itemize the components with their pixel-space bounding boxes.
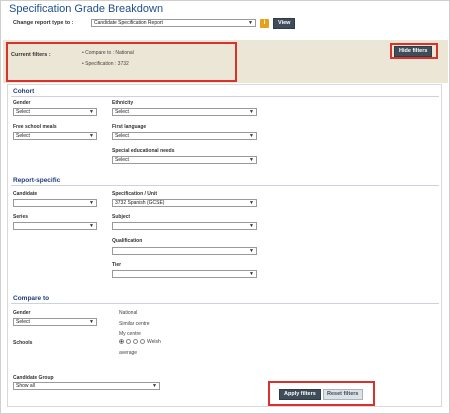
highlight-current-filters bbox=[6, 42, 237, 82]
candidate-select[interactable]: ▼ bbox=[13, 199, 97, 207]
chevron-down-icon: ▼ bbox=[89, 319, 94, 325]
chevron-down-icon: ▼ bbox=[249, 200, 254, 206]
compare-to-heading: Compare to bbox=[13, 295, 50, 302]
chevron-down-icon: ▼ bbox=[249, 248, 254, 254]
qualification-label: Qualification bbox=[112, 238, 143, 244]
schools-radio-3[interactable] bbox=[133, 339, 138, 345]
gender-label: Gender bbox=[13, 100, 31, 106]
gender-value: Select bbox=[16, 109, 30, 115]
report-type-label: Change report type to : bbox=[13, 20, 74, 26]
candidate-label: Candidate bbox=[13, 191, 38, 197]
divider bbox=[11, 96, 439, 97]
ethnicity-value: Select bbox=[115, 109, 129, 115]
highlight-hide-filters bbox=[390, 43, 438, 59]
first-language-value: Select bbox=[115, 133, 129, 139]
subject-select[interactable]: ▼ bbox=[112, 222, 257, 230]
chevron-down-icon: ▼ bbox=[249, 109, 254, 115]
specification-select[interactable]: 3732 Spanish (GCSE) ▼ bbox=[112, 199, 257, 207]
view-button[interactable]: View bbox=[273, 17, 296, 29]
free-school-meals-label: Free school meals bbox=[13, 124, 57, 130]
tier-label: Tier bbox=[112, 262, 122, 268]
report-type-select[interactable]: Candidate Specification Report ▼ bbox=[91, 19, 256, 27]
report-type-value: Candidate Specification Report bbox=[94, 20, 163, 26]
divider bbox=[11, 185, 439, 186]
divider bbox=[11, 303, 439, 304]
compare-option-national[interactable]: National bbox=[119, 310, 137, 316]
highlight-actions bbox=[268, 381, 375, 406]
subject-label: Subject bbox=[112, 214, 131, 220]
sen-select[interactable]: Select ▼ bbox=[112, 156, 257, 164]
schools-label: Schools bbox=[13, 340, 33, 346]
report-specific-heading: Report-specific bbox=[13, 177, 61, 184]
chevron-down-icon: ▼ bbox=[89, 223, 94, 229]
first-language-select[interactable]: Select ▼ bbox=[112, 132, 257, 140]
free-school-meals-value: Select bbox=[16, 133, 30, 139]
chevron-down-icon: ▼ bbox=[249, 271, 254, 277]
series-label: Series bbox=[13, 214, 29, 220]
welsh-label: Welsh bbox=[147, 339, 161, 345]
info-icon[interactable]: i bbox=[260, 18, 269, 28]
chevron-down-icon: ▼ bbox=[249, 133, 254, 139]
compare-gender-value: Select bbox=[16, 319, 30, 325]
compare-gender-select[interactable]: Select ▼ bbox=[13, 318, 97, 326]
schools-radio-2[interactable] bbox=[126, 339, 131, 345]
chevron-down-icon: ▼ bbox=[249, 157, 254, 163]
average-label: average bbox=[119, 350, 138, 356]
chevron-down-icon: ▼ bbox=[89, 109, 94, 115]
chevron-down-icon: ▼ bbox=[152, 383, 157, 389]
gender-select[interactable]: Select ▼ bbox=[13, 108, 97, 116]
schools-radio-welsh[interactable] bbox=[140, 339, 145, 345]
qualification-select[interactable]: ▼ bbox=[112, 247, 257, 255]
sen-value: Select bbox=[115, 157, 129, 163]
candidate-group-label: Candidate Group bbox=[13, 375, 54, 381]
ethnicity-select[interactable]: Select ▼ bbox=[112, 108, 257, 116]
sen-label: Special educational needs bbox=[112, 148, 175, 154]
report-type-row: Change report type to : Candidate Specif… bbox=[13, 17, 296, 29]
tier-select[interactable]: ▼ bbox=[112, 270, 257, 278]
ethnicity-label: Ethnicity bbox=[112, 100, 134, 106]
candidate-group-value: Show all bbox=[16, 383, 35, 389]
chevron-down-icon: ▼ bbox=[249, 223, 254, 229]
schools-radio-group: Welsh bbox=[119, 339, 161, 345]
first-language-label: First language bbox=[112, 124, 147, 130]
compare-gender-label: Gender bbox=[13, 310, 31, 316]
compare-option-my-centre[interactable]: My centre bbox=[119, 331, 141, 337]
compare-option-similar-centre[interactable]: Similar centre bbox=[119, 321, 150, 327]
schools-radio-1[interactable] bbox=[119, 339, 124, 345]
free-school-meals-select[interactable]: Select ▼ bbox=[13, 132, 97, 140]
chevron-down-icon: ▼ bbox=[248, 20, 253, 26]
chevron-down-icon: ▼ bbox=[89, 200, 94, 206]
candidate-group-select[interactable]: Show all ▼ bbox=[13, 382, 160, 390]
specification-value: 3732 Spanish (GCSE) bbox=[115, 200, 165, 206]
specification-label: Specification / Unit bbox=[112, 191, 158, 197]
chevron-down-icon: ▼ bbox=[89, 133, 94, 139]
cohort-heading: Cohort bbox=[13, 88, 35, 95]
series-select[interactable]: ▼ bbox=[13, 222, 97, 230]
page-title: Specification Grade Breakdown bbox=[9, 3, 164, 15]
